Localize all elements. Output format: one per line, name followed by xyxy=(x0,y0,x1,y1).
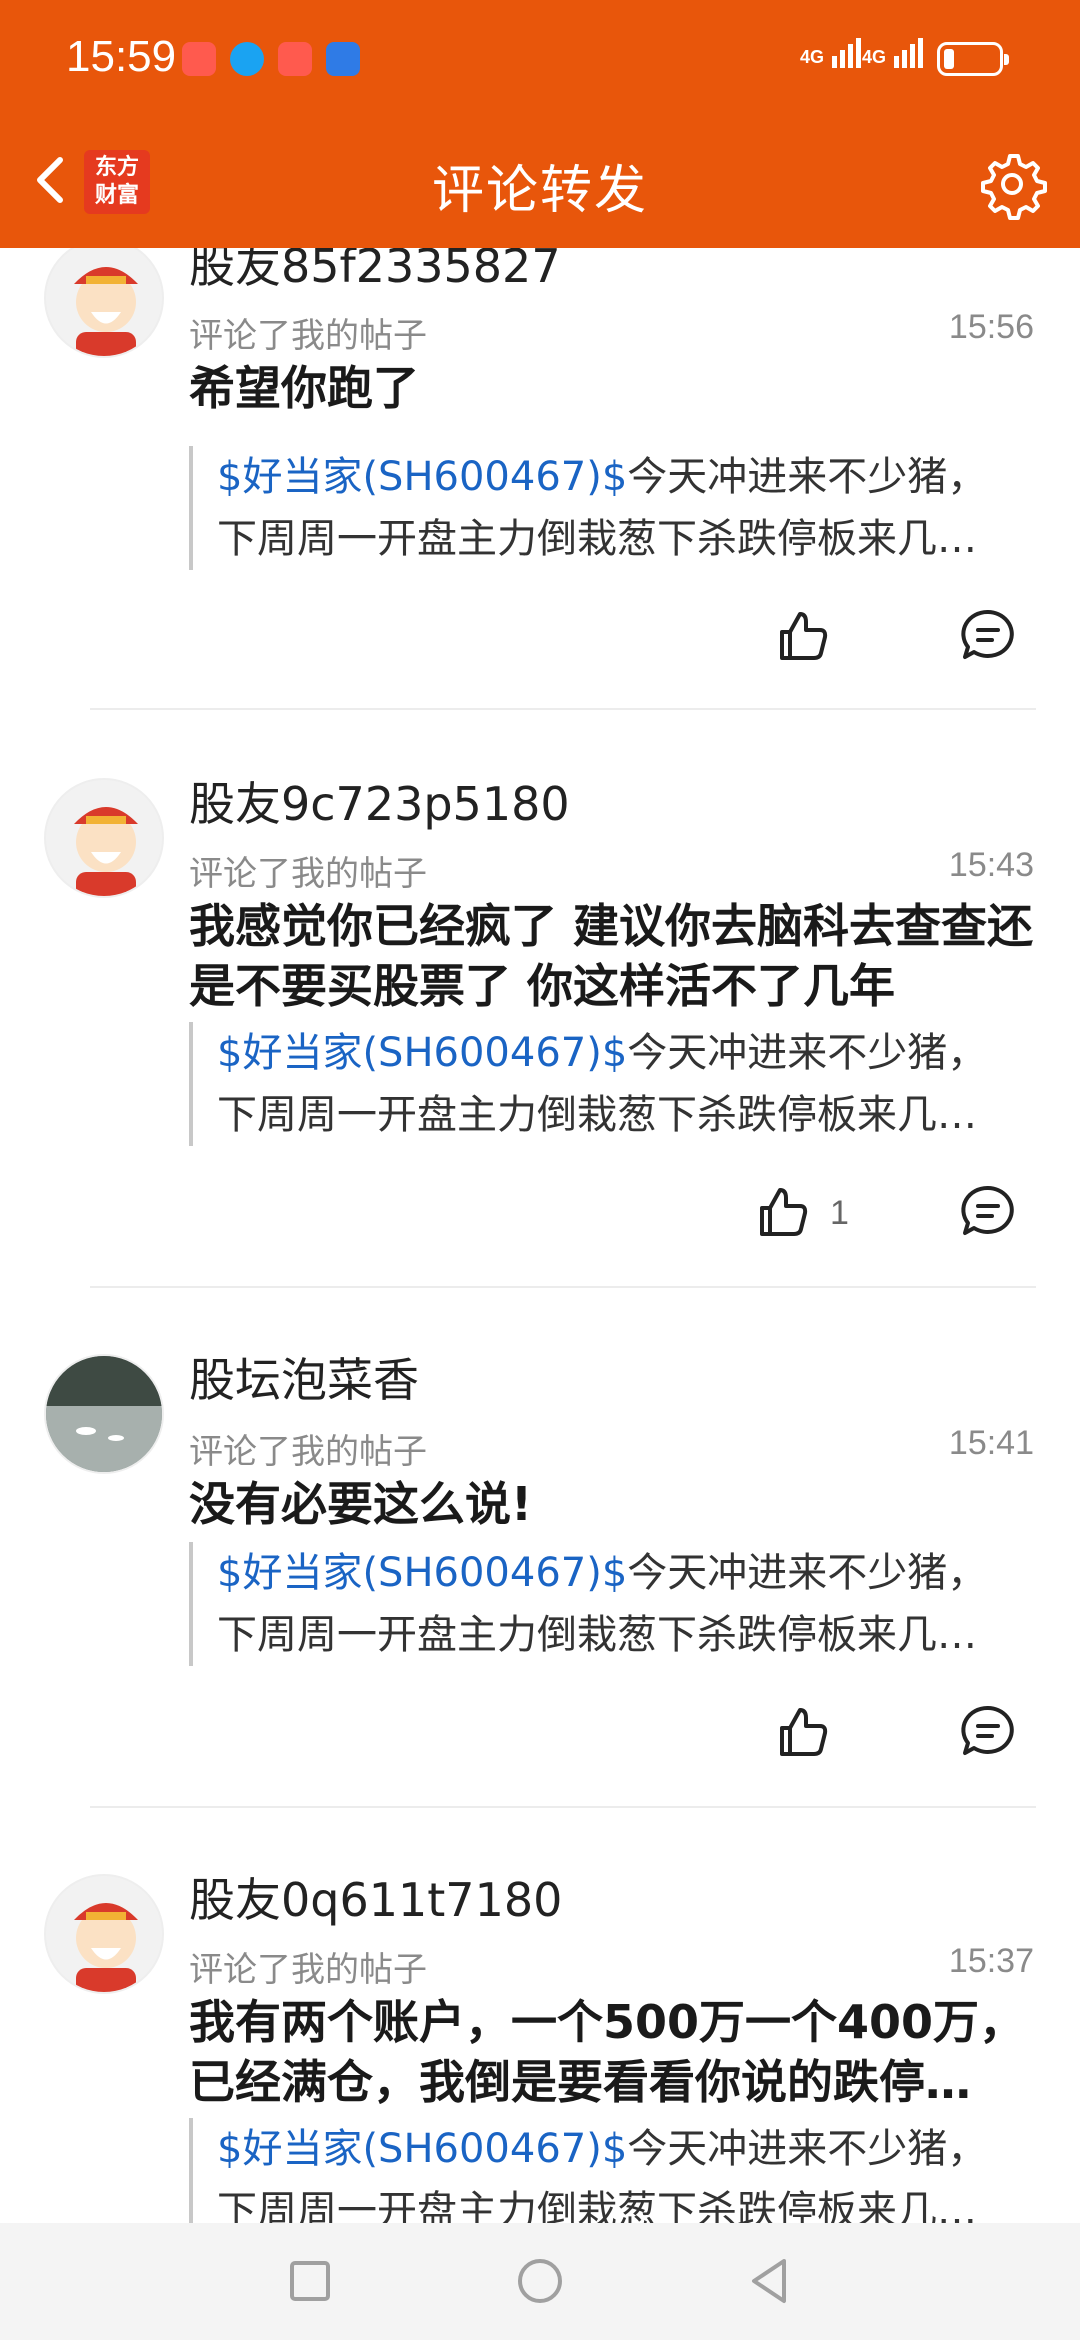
comment-text: 希望你跑了 xyxy=(189,361,419,415)
like-thumb-icon[interactable] xyxy=(772,606,832,666)
app-header: 15:59 4G 4G 东方 财富 评论转发 xyxy=(0,0,1080,248)
fortune-god-avatar-icon xyxy=(74,267,138,356)
network-type-label: 4G xyxy=(862,47,887,67)
avatar[interactable] xyxy=(44,248,164,358)
comment-text: 没有必要这么说! xyxy=(189,1477,532,1531)
huawei-app-icon xyxy=(278,42,312,76)
avatar[interactable] xyxy=(44,1354,164,1474)
stock-link[interactable]: $好当家(SH600467)$ xyxy=(217,1030,627,1076)
stock-link[interactable]: $好当家(SH600467)$ xyxy=(217,1550,627,1596)
fortune-god-avatar-icon xyxy=(74,1903,138,1992)
fortune-god-avatar-icon xyxy=(74,807,138,896)
avatar[interactable] xyxy=(44,1874,164,1994)
reply-bubble-icon[interactable] xyxy=(958,1702,1018,1762)
system-navigation-bar xyxy=(0,2223,1080,2340)
page-title: 评论转发 xyxy=(431,161,648,221)
quote-text: 下周周一开盘主力倒栽葱下杀跌停板来几… xyxy=(217,516,977,562)
network-type-label: 4G xyxy=(800,47,825,67)
settings-gear-icon[interactable] xyxy=(976,148,1048,220)
quote-text: 今天冲进来不少猪， xyxy=(627,2126,988,2172)
battery-icon xyxy=(937,42,1009,76)
comment-feed[interactable]: 股友85f2335827 评论了我的帖子 15:56 希望你跑了 $好当家(SH… xyxy=(0,248,1080,2223)
status-time: 15:59 xyxy=(66,32,177,81)
home-circle-icon[interactable] xyxy=(510,2251,570,2311)
quoted-post[interactable]: $好当家(SH600467)$今天冲进来不少猪， 下周周一开盘主力倒栽葱下杀跌停… xyxy=(189,1542,1067,1666)
username[interactable]: 股友9c723p5180 xyxy=(189,768,570,834)
username[interactable]: 股友0q611t7180 xyxy=(189,1864,562,1930)
action-text: 评论了我的帖子 xyxy=(189,1950,427,1990)
quote-text: 下周周一开盘主力倒栽葱下杀跌停板来几… xyxy=(217,2188,977,2223)
stock-link[interactable]: $好当家(SH600467)$ xyxy=(217,454,627,500)
username[interactable]: 股友85f2335827 xyxy=(189,248,561,296)
avatar[interactable] xyxy=(44,778,164,898)
quoted-post[interactable]: $好当家(SH600467)$今天冲进来不少猪， 下周周一开盘主力倒栽葱下杀跌停… xyxy=(189,1022,1067,1146)
quoted-post[interactable]: $好当家(SH600467)$今天冲进来不少猪， 下周周一开盘主力倒栽葱下杀跌停… xyxy=(189,2118,1067,2223)
timestamp: 15:43 xyxy=(948,846,1034,884)
message-icon xyxy=(230,42,264,76)
username[interactable]: 股坛泡菜香 xyxy=(189,1344,419,1410)
timestamp: 15:41 xyxy=(948,1424,1034,1462)
quote-text: 今天冲进来不少猪， xyxy=(627,1030,988,1076)
divider xyxy=(90,708,1036,710)
action-text: 评论了我的帖子 xyxy=(189,854,427,894)
quote-text: 下周周一开盘主力倒栽葱下杀跌停板来几… xyxy=(217,1092,977,1138)
comment-text: 我有两个账户，一个500万一个400万，已经满仓，我倒是要看看你说的跌停… xyxy=(189,1995,1026,2109)
recent-apps-square-icon[interactable] xyxy=(280,2251,340,2311)
timestamp: 15:37 xyxy=(948,1942,1034,1980)
signal-indicator-1: 4G xyxy=(800,38,862,76)
reply-bubble-icon[interactable] xyxy=(958,606,1018,666)
signal-indicator-2: 4G xyxy=(862,38,924,76)
comment-text: 我感觉你已经疯了 建议你去脑科去查查还是不要买股票了 你这样活不了几年 xyxy=(189,899,1034,1013)
divider xyxy=(90,1286,1036,1288)
quote-text: 下周周一开盘主力倒栽葱下杀跌停板来几… xyxy=(217,1612,977,1658)
reply-bubble-icon[interactable] xyxy=(958,1182,1018,1242)
timestamp: 15:56 xyxy=(948,308,1034,346)
quoted-post[interactable]: $好当家(SH600467)$今天冲进来不少猪， 下周周一开盘主力倒栽葱下杀跌停… xyxy=(189,446,1067,570)
divider xyxy=(90,1806,1036,1808)
like-thumb-icon[interactable] xyxy=(772,1702,832,1762)
like-count: 1 xyxy=(830,1194,849,1232)
weather-icon xyxy=(326,42,360,76)
huawei-app-icon xyxy=(182,42,216,76)
quote-text: 今天冲进来不少猪， xyxy=(627,454,988,500)
landscape-photo-avatar-icon xyxy=(46,1356,162,1472)
like-thumb-icon[interactable] xyxy=(752,1182,812,1242)
action-text: 评论了我的帖子 xyxy=(189,1432,427,1472)
action-text: 评论了我的帖子 xyxy=(189,316,427,356)
quote-text: 今天冲进来不少猪， xyxy=(627,1550,988,1596)
back-triangle-icon[interactable] xyxy=(740,2251,800,2311)
stock-link[interactable]: $好当家(SH600467)$ xyxy=(217,2126,627,2172)
